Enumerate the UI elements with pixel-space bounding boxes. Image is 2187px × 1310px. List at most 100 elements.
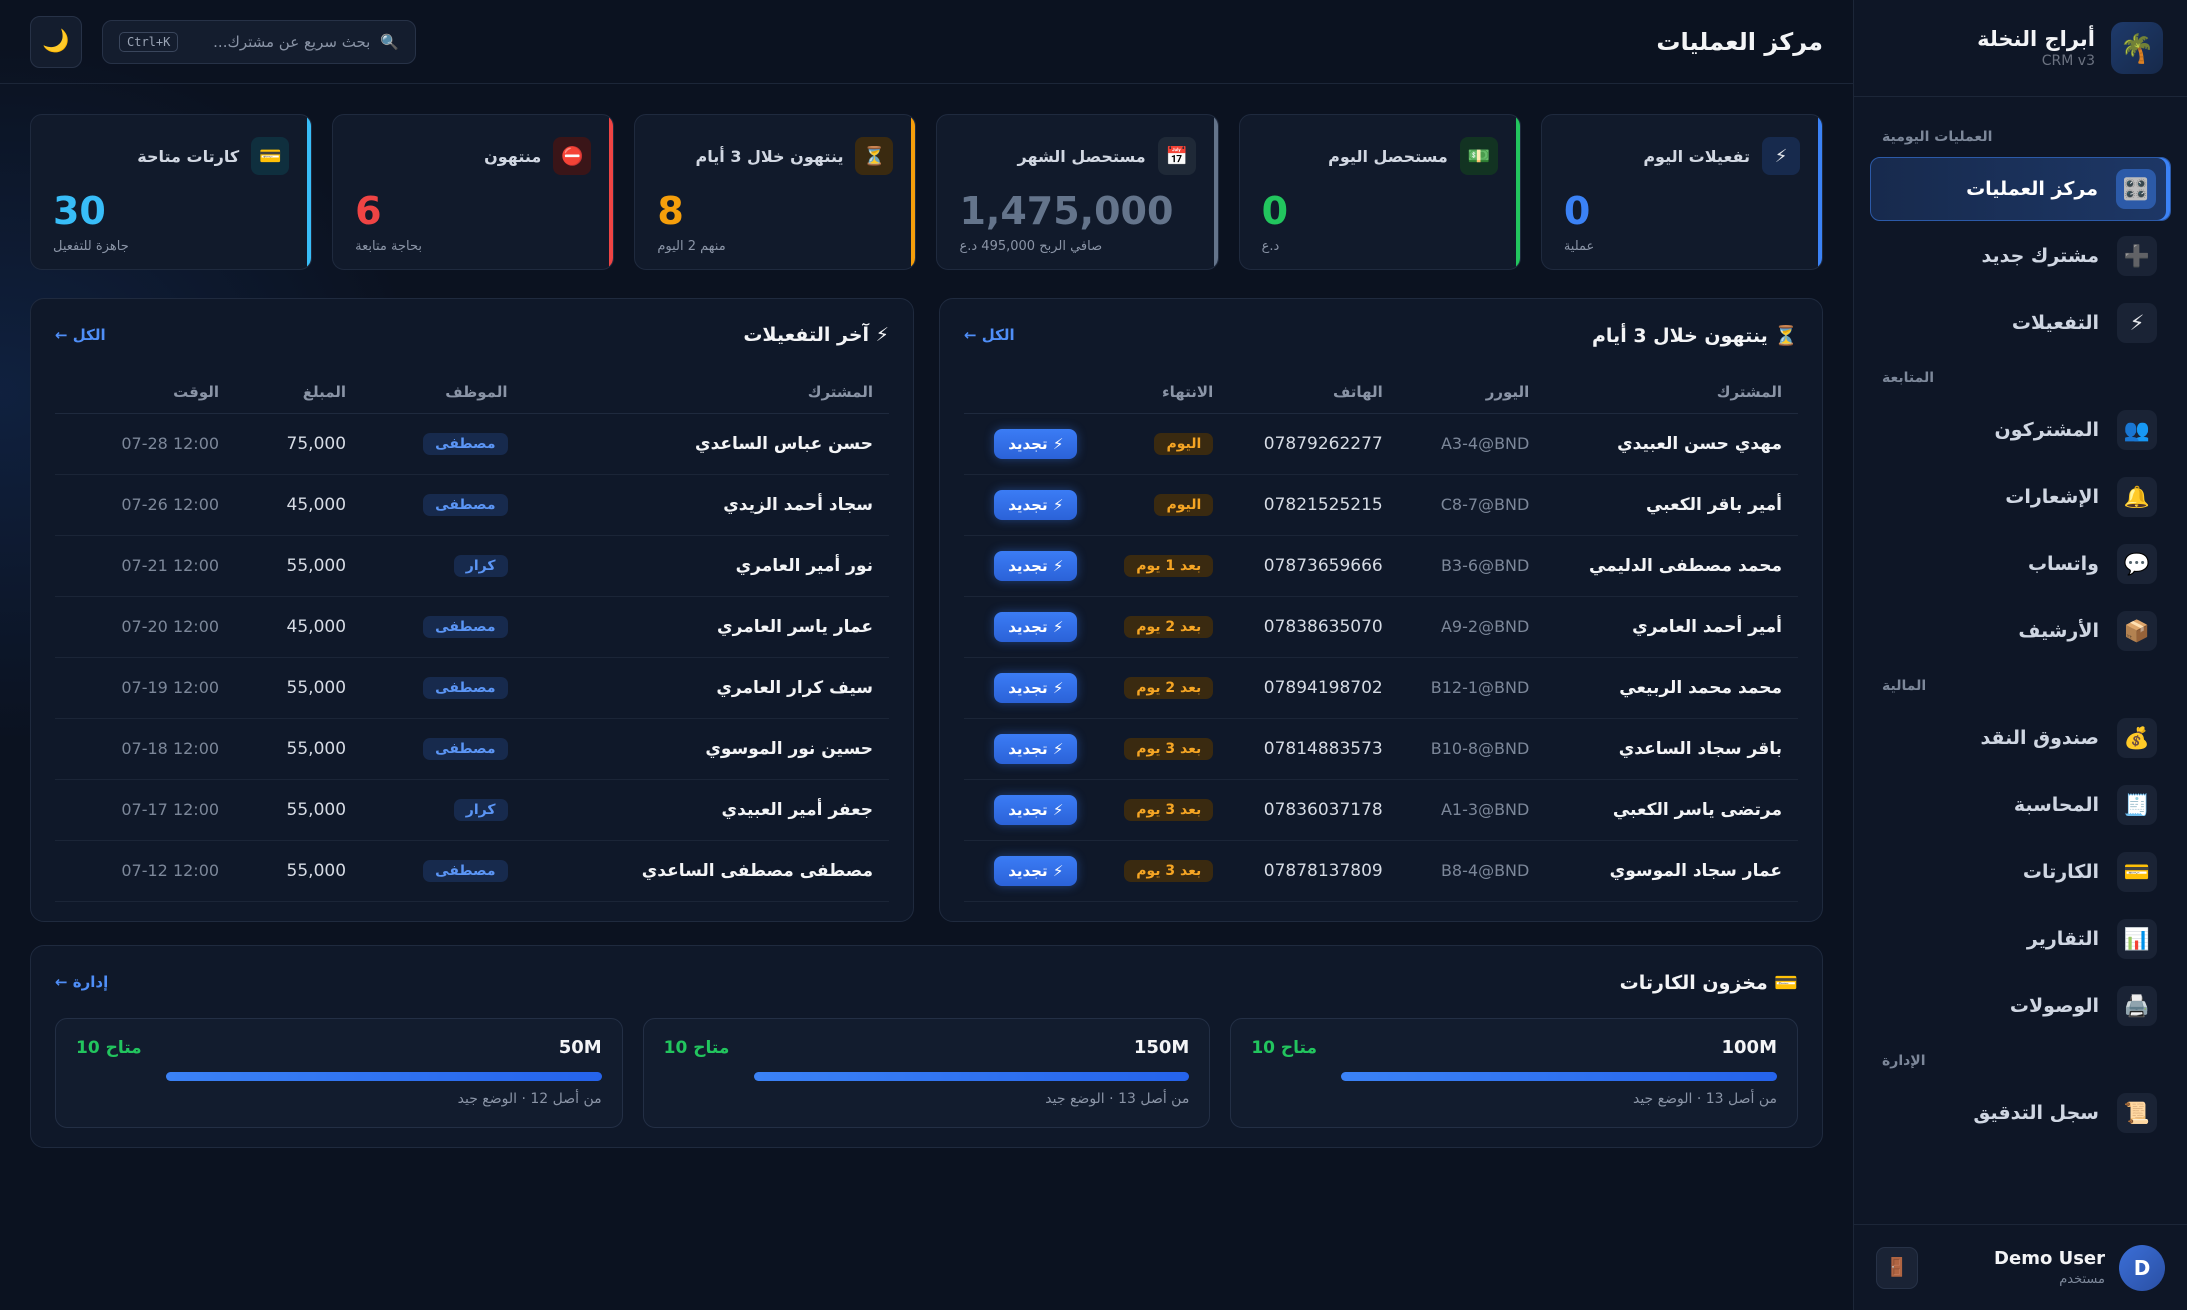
stock-bar-fill <box>753 1072 1190 1081</box>
table-row[interactable]: مهدي حسن العبيدي A3-4@BND 07879262277 اليوم… <box>964 413 1798 475</box>
column-header: اليورر <box>1398 371 1546 414</box>
shortcut-hint: Ctrl+K <box>119 31 179 52</box>
inventory-card[interactable]: 50M متاح 10 من أصل 12 · الوضع جيد <box>54 1018 623 1128</box>
amount: 55,000 <box>235 657 363 719</box>
action-cell: ⚡ تجديد <box>964 535 1094 597</box>
table-row[interactable]: عمار ياسر العامري مصطفى 45,000 07-20 12:00 <box>55 596 889 658</box>
table-row[interactable]: سيف كرار العامري مصطفى 55,000 07-19 12:00 <box>55 657 889 719</box>
sidebar-item-operations-center[interactable]: 🎛️ مركز العمليات <box>1870 157 2171 221</box>
employee-badge: مصطفى <box>423 615 508 638</box>
sidebar-item-reports[interactable]: 📊 التقارير <box>1870 907 2171 971</box>
column-header: المشترك <box>1545 371 1798 414</box>
card-inventory-panel: 💳 مخزون الكارتات إدارة ← 100M متاح 10 من أ… <box>30 945 1823 1148</box>
subscriber-name: حسين نور الموسوي <box>523 718 889 780</box>
table-row[interactable]: أمير أحمد العامري A9-2@BND 07838635070 بعد … <box>964 596 1798 658</box>
table-row[interactable]: حسين نور الموسوي مصطفى 55,000 07-18 12:00 <box>55 718 889 780</box>
username: A1-3@BND <box>1398 779 1546 841</box>
stat-card-expiring-soon[interactable]: ⏳ ينتهون خلال 3 أيام 8 منهم 2 اليوم <box>634 114 917 270</box>
sidebar-item-cards[interactable]: 💳 الكارتات <box>1870 840 2171 904</box>
table-row[interactable]: محمد مصطفى الدليمي B3-6@BND 07873659666 بعد… <box>964 535 1798 597</box>
phone: 07878137809 <box>1229 840 1399 902</box>
amount: 75,000 <box>235 413 363 475</box>
user-box: D Demo User مستخدم 🚪 <box>1854 1224 2187 1310</box>
stat-card-expired[interactable]: ⛔ منتهون 6 بحاجة متابعة <box>332 114 615 270</box>
nav-section-title: المتابعة <box>1882 370 1935 386</box>
subscriber-name: مصطفى مصطفى الساعدي <box>523 840 889 902</box>
quick-search-input[interactable]: Ctrl+K بحث سريع عن مشترك... 🔍 <box>102 19 416 64</box>
table-row[interactable]: حسن عباس الساعدي مصطفى 75,000 07-28 12:00 <box>55 413 889 475</box>
stat-sub: منهم 2 اليوم <box>657 239 726 254</box>
panel-title: ⏳ ينتهون خلال 3 أيام <box>1592 324 1798 347</box>
table-row[interactable]: جعفر أمير العبيدي كرار 55,000 07-17 12:00 <box>55 779 889 841</box>
amount: 55,000 <box>235 779 363 841</box>
stat-sub: صافي الربح 495,000 د.ع <box>959 239 1103 254</box>
inventory-card[interactable]: 150M متاح 10 من أصل 13 · الوضع جيد <box>642 1018 1211 1128</box>
scroll-icon: 📜 <box>2117 1093 2157 1133</box>
expiry-cell: بعد 3 يوم <box>1093 718 1230 780</box>
lightning-icon: ⚡ <box>2117 303 2157 343</box>
amount: 45,000 <box>235 474 363 536</box>
bar-chart-icon: 📊 <box>2117 919 2157 959</box>
renew-button[interactable]: ⚡ تجديد <box>994 855 1078 886</box>
sidebar-item-accounting[interactable]: 🧾 المحاسبة <box>1870 773 2171 837</box>
sidebar-item-whatsapp[interactable]: 💬 واتساب <box>1870 532 2171 596</box>
phone: 07821525215 <box>1229 474 1399 536</box>
renew-button[interactable]: ⚡ تجديد <box>994 733 1078 764</box>
stat-card-today-activations[interactable]: ⚡ تفعيلات اليوم 0 عملية <box>1540 114 1823 270</box>
sidebar-item-activations[interactable]: ⚡ التفعيلات <box>1870 291 2171 355</box>
inventory-card[interactable]: 100M متاح 10 من أصل 13 · الوضع جيد <box>1230 1018 1798 1128</box>
subscriber-name: باقر سجاد الساعدي <box>1545 718 1798 780</box>
sidebar-item-receipts[interactable]: 🖨️ الوصولات <box>1870 974 2171 1038</box>
stat-card-available-cards[interactable]: 💳 كارتات متاحة 30 جاهزة للتفعيل <box>29 114 313 270</box>
logout-button[interactable]: 🚪 <box>1876 1246 1918 1289</box>
card-type: 150M <box>1133 1037 1190 1058</box>
expiry-badge: بعد 1 يوم <box>1124 554 1214 577</box>
renew-button[interactable]: ⚡ تجديد <box>994 794 1078 825</box>
table-row[interactable]: أمير باقر الكعبي C8-7@BND 07821525215 اليوم… <box>964 474 1798 536</box>
avatar[interactable]: D <box>2119 1244 2165 1291</box>
sidebar-item-new-subscriber[interactable]: ➕ مشترك جديد <box>1870 224 2171 288</box>
employee-badge: مصطفى <box>423 432 508 455</box>
sidebar-item-subscribers[interactable]: 👥 المشتركون <box>1870 398 2171 462</box>
stat-card-month-collected[interactable]: 📅 مستحصل الشهر 1,475,000 صافي الربح 495,0… <box>936 114 1219 270</box>
action-cell: ⚡ تجديد <box>964 718 1094 780</box>
table-row[interactable]: مرتضى ياسر الكعبي A1-3@BND 07836037178 بعد … <box>964 779 1798 841</box>
renew-button[interactable]: ⚡ تجديد <box>994 428 1078 459</box>
sidebar-item-audit-log[interactable]: 📜 سجل التدقيق <box>1870 1081 2171 1145</box>
subscriber-name: حسن عباس الساعدي <box>523 413 889 475</box>
sidebar-item-cashbox[interactable]: 💰 صندوق النقد <box>1870 706 2171 770</box>
username: B10-8@BND <box>1398 718 1546 780</box>
table-row[interactable]: محمد محمد الربيعي B12-1@BND 07894198702 بعد… <box>964 657 1798 719</box>
time: 07-17 12:00 <box>55 779 236 841</box>
renew-button[interactable]: ⚡ تجديد <box>994 672 1078 703</box>
renew-button[interactable]: ⚡ تجديد <box>994 550 1078 581</box>
sidebar-item-notifications[interactable]: 🔔 الإشعارات <box>1870 465 2171 529</box>
manage-link[interactable]: إدارة ← <box>55 973 108 991</box>
activations-panel: ⚡ آخر التفعيلات الكل ← المشترك الموظف ال… <box>30 298 914 922</box>
amount: 55,000 <box>235 840 363 902</box>
available-count: متاح 10 <box>75 1037 142 1058</box>
sidebar-item-label: صندوق النقد <box>1980 727 2099 749</box>
employee-cell: كرار <box>362 535 524 597</box>
view-all-link[interactable]: الكل ← <box>964 326 1015 344</box>
view-all-link[interactable]: الكل ← <box>55 326 106 344</box>
renew-button[interactable]: ⚡ تجديد <box>994 489 1078 520</box>
theme-toggle-button[interactable]: 🌙 <box>30 15 82 68</box>
action-cell: ⚡ تجديد <box>964 413 1094 475</box>
sidebar-item-label: سجل التدقيق <box>1973 1102 2099 1124</box>
table-row[interactable]: نور أمير العامري كرار 55,000 07-21 12:00 <box>55 535 889 597</box>
table-row[interactable]: سجاد أحمد الزيدي مصطفى 45,000 07-26 12:00 <box>55 474 889 536</box>
stat-card-today-collected[interactable]: 💵 مستحصل اليوم 0 د.ع <box>1238 114 1521 270</box>
expiry-badge: اليوم <box>1154 493 1214 516</box>
brand-name: أبراج النخلة <box>1977 27 2095 51</box>
activations-table: المشترك الموظف المبلغ الوقت حسن عباس الس… <box>55 371 889 902</box>
employee-cell: مصطفى <box>362 657 524 719</box>
table-row[interactable]: مصطفى مصطفى الساعدي مصطفى 55,000 07-12 12:0… <box>55 840 889 902</box>
table-row[interactable]: عمار سجاد الموسوي B8-4@BND 07878137809 بعد … <box>964 840 1798 902</box>
table-row[interactable]: باقر سجاد الساعدي B10-8@BND 07814883573 بعد… <box>964 718 1798 780</box>
renew-button[interactable]: ⚡ تجديد <box>994 611 1078 642</box>
phone: 07836037178 <box>1229 779 1399 841</box>
phone: 07873659666 <box>1229 535 1399 597</box>
sidebar-item-archive[interactable]: 📦 الأرشيف <box>1870 599 2171 663</box>
employee-cell: مصطفى <box>362 718 524 780</box>
